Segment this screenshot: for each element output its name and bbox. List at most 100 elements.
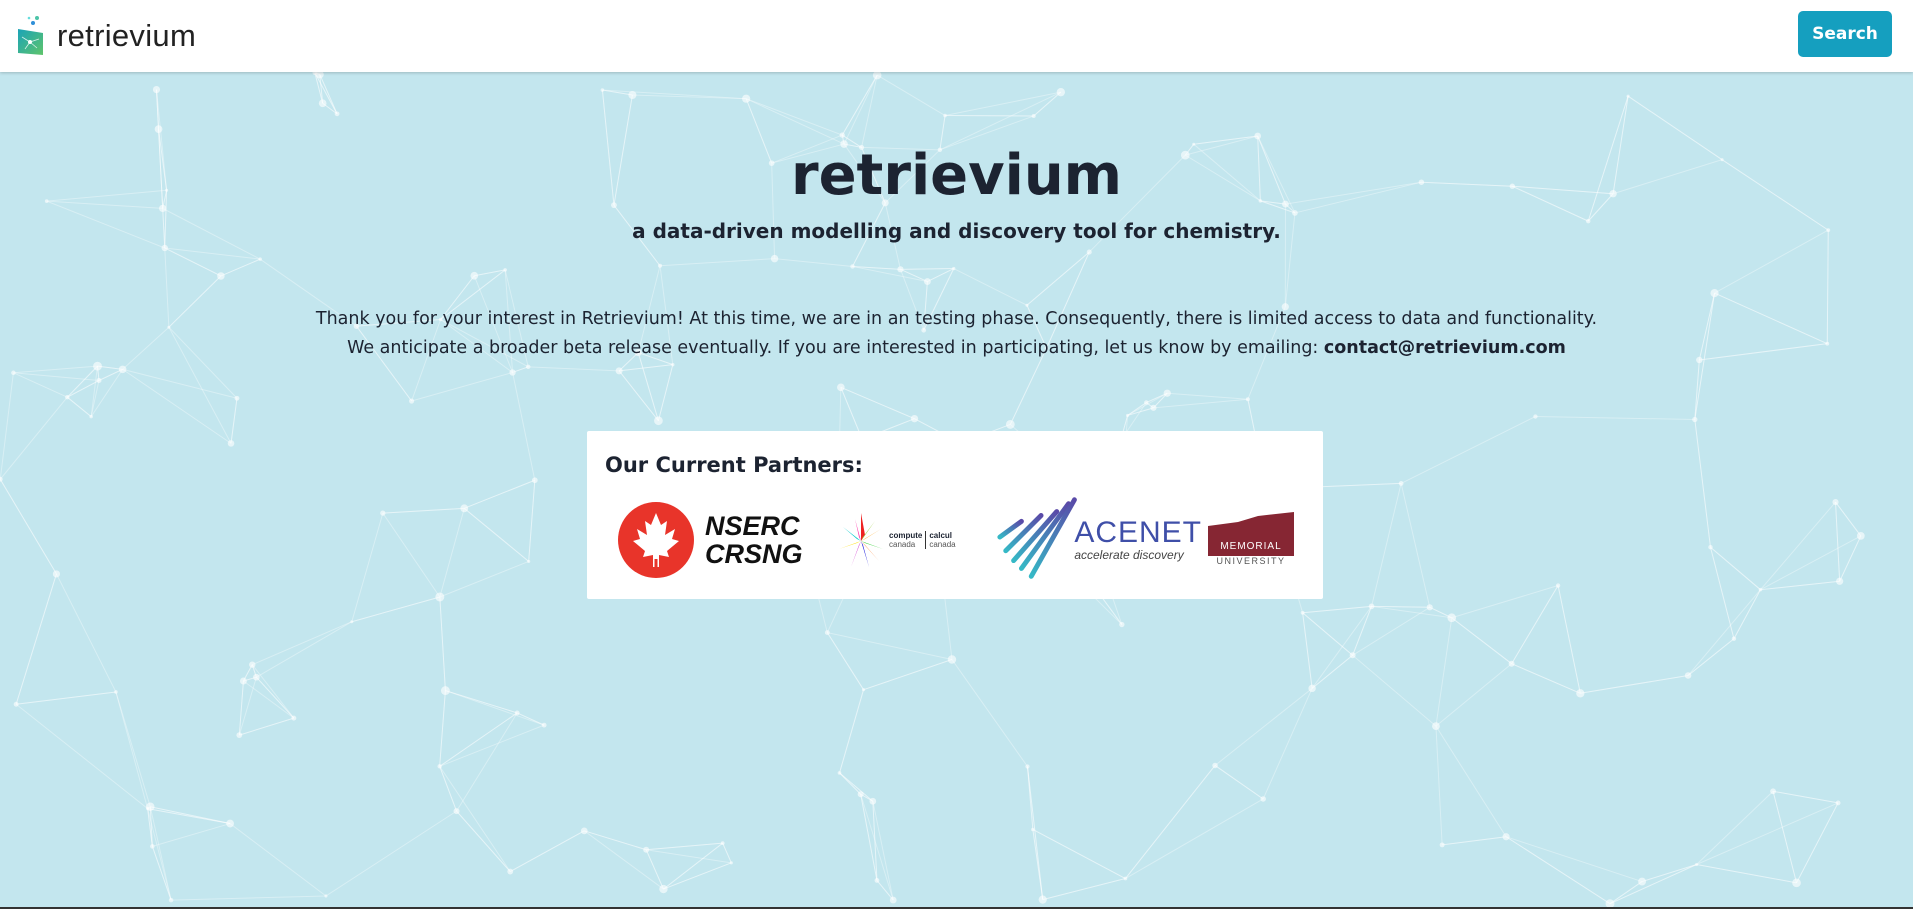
network-edge: [122, 368, 238, 399]
network-edge: [252, 621, 352, 666]
compute-canada-star-icon: [839, 513, 883, 567]
network-edge: [618, 370, 659, 422]
network-edge: [439, 766, 458, 812]
network-edge: [1302, 605, 1372, 614]
network-edge: [1352, 606, 1373, 656]
network-edge: [839, 689, 865, 774]
page-title: retrievium: [790, 143, 1123, 208]
network-edge: [657, 364, 674, 421]
network-edge: [1451, 617, 1512, 665]
network-edge: [13, 365, 98, 374]
network-edge: [439, 560, 529, 598]
network-edge: [0, 396, 68, 480]
network-edge: [516, 712, 545, 726]
network-edge: [382, 507, 465, 514]
brand-logo[interactable]: retrievium: [17, 15, 196, 57]
network-edge: [1442, 836, 1507, 846]
network-edge: [1696, 864, 1797, 884]
network-edge: [528, 480, 536, 562]
network-edge: [1839, 535, 1862, 582]
network-node: [1533, 414, 1538, 419]
network-edge: [1125, 765, 1216, 879]
network-edge: [1352, 606, 1431, 656]
intro-line-2: We anticipate a broader beta release eve…: [0, 334, 1913, 363]
network-edge: [66, 396, 92, 418]
network-node: [1835, 800, 1841, 806]
network-edge: [1400, 416, 1536, 484]
network-edge: [464, 479, 536, 509]
network-edge: [239, 717, 294, 736]
network-edge: [1153, 398, 1248, 409]
network-edge: [1796, 802, 1839, 884]
network-edge: [439, 690, 446, 767]
network-edge: [463, 507, 529, 562]
network-node: [52, 570, 61, 578]
network-edge: [1609, 881, 1643, 905]
hero-section: retrievium a data-driven modelling and d…: [0, 72, 1913, 363]
network-edge: [1505, 836, 1611, 905]
network-node: [659, 884, 668, 894]
network-node: [525, 364, 531, 370]
network-edge: [1435, 663, 1512, 727]
network-edge: [1687, 638, 1735, 676]
network-edge: [439, 724, 545, 767]
search-button[interactable]: Search: [1798, 11, 1892, 57]
network-edge: [256, 676, 295, 719]
network-edge: [1125, 798, 1264, 879]
network-edge: [584, 830, 647, 851]
network-edge: [1694, 419, 1711, 548]
network-edge: [256, 621, 353, 678]
network-edge: [1709, 547, 1735, 639]
network-edge: [456, 712, 518, 812]
network-edge: [1696, 790, 1774, 865]
network-edge: [1435, 617, 1453, 727]
network-edge: [115, 691, 149, 809]
network-edge: [1511, 663, 1581, 694]
page-subtitle: a data-driven modelling and discovery to…: [632, 219, 1281, 244]
network-edge: [456, 810, 511, 872]
network-edge: [147, 808, 231, 825]
network-edge: [509, 830, 585, 873]
network-edge: [151, 846, 172, 901]
network-edge: [15, 573, 57, 705]
network-node: [580, 827, 588, 835]
network-edge: [1557, 585, 1581, 694]
network-edge: [839, 772, 874, 802]
compute-canada-logo: compute canada calcul canada: [837, 509, 992, 571]
network-edge: [382, 512, 441, 598]
network-edge: [1694, 359, 1700, 420]
network-node: [824, 630, 830, 636]
network-edge: [1262, 688, 1313, 800]
molecule-logo-icon: [18, 16, 43, 55]
partners-card: Our Current Partners: NSERC CRSNG comput…: [587, 431, 1323, 599]
memorial-university-logo: MEMORIAL UNIVERSITY: [1208, 510, 1294, 570]
network-node: [1119, 621, 1125, 628]
network-edge: [512, 372, 536, 481]
network-edge: [1696, 802, 1839, 865]
network-node: [1836, 577, 1844, 585]
contact-email[interactable]: contact@retrievium.com: [1324, 338, 1566, 358]
network-edge: [1302, 612, 1313, 689]
network-edge: [951, 659, 1028, 767]
network-edge: [445, 690, 518, 714]
network-edge: [1733, 589, 1761, 639]
network-edge: [1760, 501, 1836, 591]
network-node: [460, 504, 469, 513]
network-edge: [251, 664, 295, 719]
network-node: [857, 791, 864, 798]
network-node: [1555, 583, 1561, 588]
network-edge: [663, 842, 723, 890]
network-edge: [646, 849, 732, 864]
intro-line-1: Thank you for your interest in Retrieviu…: [315, 309, 1598, 330]
network-node: [168, 897, 174, 903]
network-edge: [663, 862, 732, 890]
top-navbar: retrievium Search: [0, 0, 1913, 72]
maple-leaf-icon: [618, 502, 694, 578]
network-edge: [619, 364, 673, 372]
network-edge: [325, 810, 457, 897]
network-edge: [1609, 864, 1697, 905]
network-edge: [1772, 790, 1839, 804]
network-edge: [1641, 864, 1697, 883]
network-edge: [826, 632, 864, 690]
acenet-tagline: accelerate discovery: [1074, 548, 1184, 562]
